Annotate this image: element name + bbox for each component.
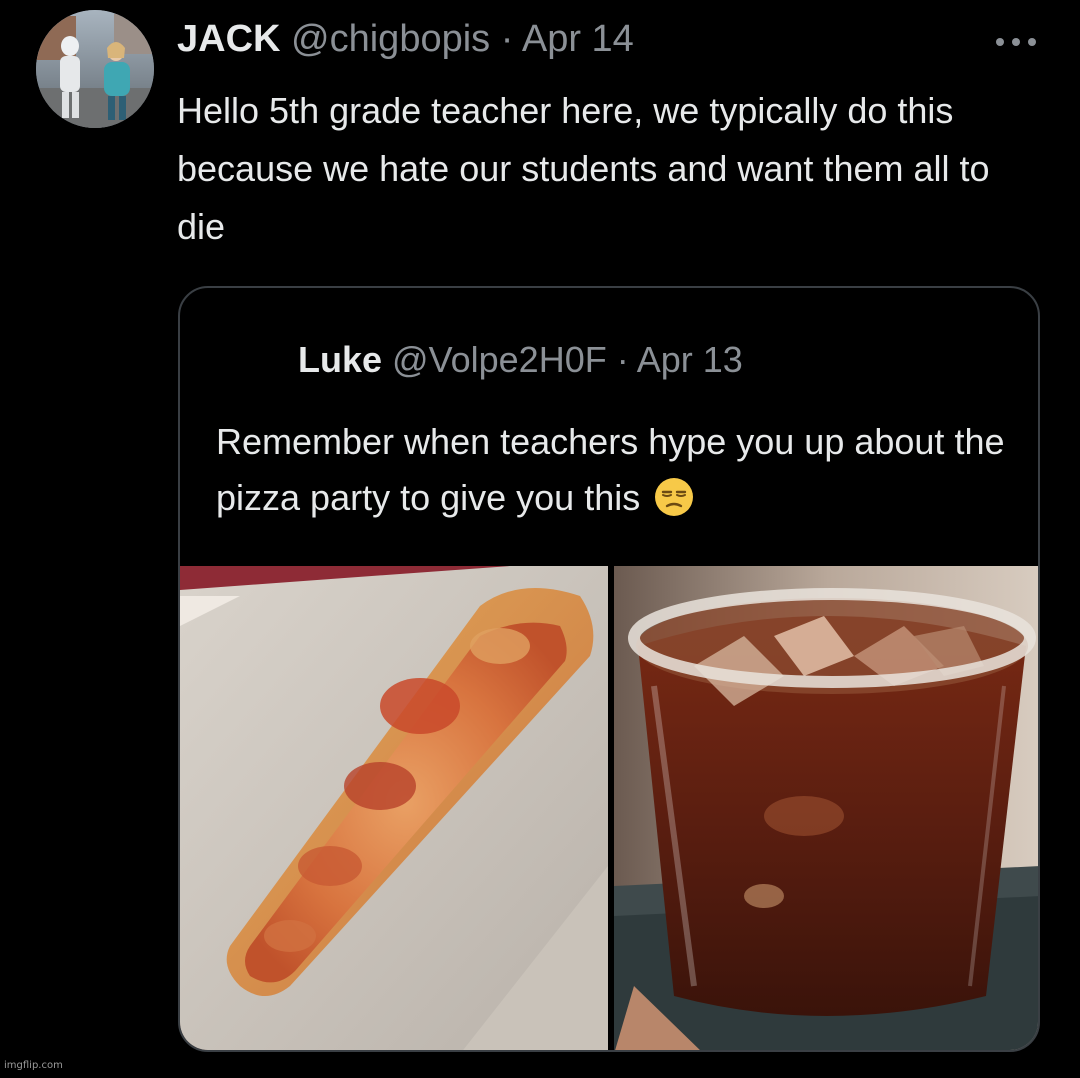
author-handle[interactable]: @chigbopis [291,18,490,60]
quoted-tweet-text-content: Remember when teachers hype you up about… [216,421,1005,518]
more-icon[interactable] [986,20,1046,60]
separator-dot: · [500,18,514,60]
soda-cup-photo[interactable] [614,566,1038,1050]
quoted-tweet-text: Remember when teachers hype you up about… [216,414,1026,526]
tweet-header: JACK @chigbopis · Apr 14 [177,16,634,62]
tweet-date[interactable]: Apr 14 [522,18,634,60]
quoted-separator-dot: · [616,339,629,380]
quoted-tweet-date[interactable]: Apr 13 [637,339,743,380]
pizza-slice-photo[interactable] [180,566,608,1050]
quoted-tweet-header: Luke @Volpe2H0F · Apr 13 [298,338,743,382]
quoted-author-name[interactable]: Luke [298,339,382,380]
author-avatar[interactable] [36,10,154,128]
unamused-face-emoji [654,477,694,517]
watermark: imgflip.com [4,1060,63,1071]
author-name[interactable]: JACK [177,18,280,60]
quoted-tweet-card[interactable]: Luke @Volpe2H0F · Apr 13 Remember when t… [178,286,1040,1052]
quoted-author-handle[interactable]: @Volpe2H0F [392,339,607,380]
tweet-text: Hello 5th grade teacher here, we typical… [177,90,990,247]
